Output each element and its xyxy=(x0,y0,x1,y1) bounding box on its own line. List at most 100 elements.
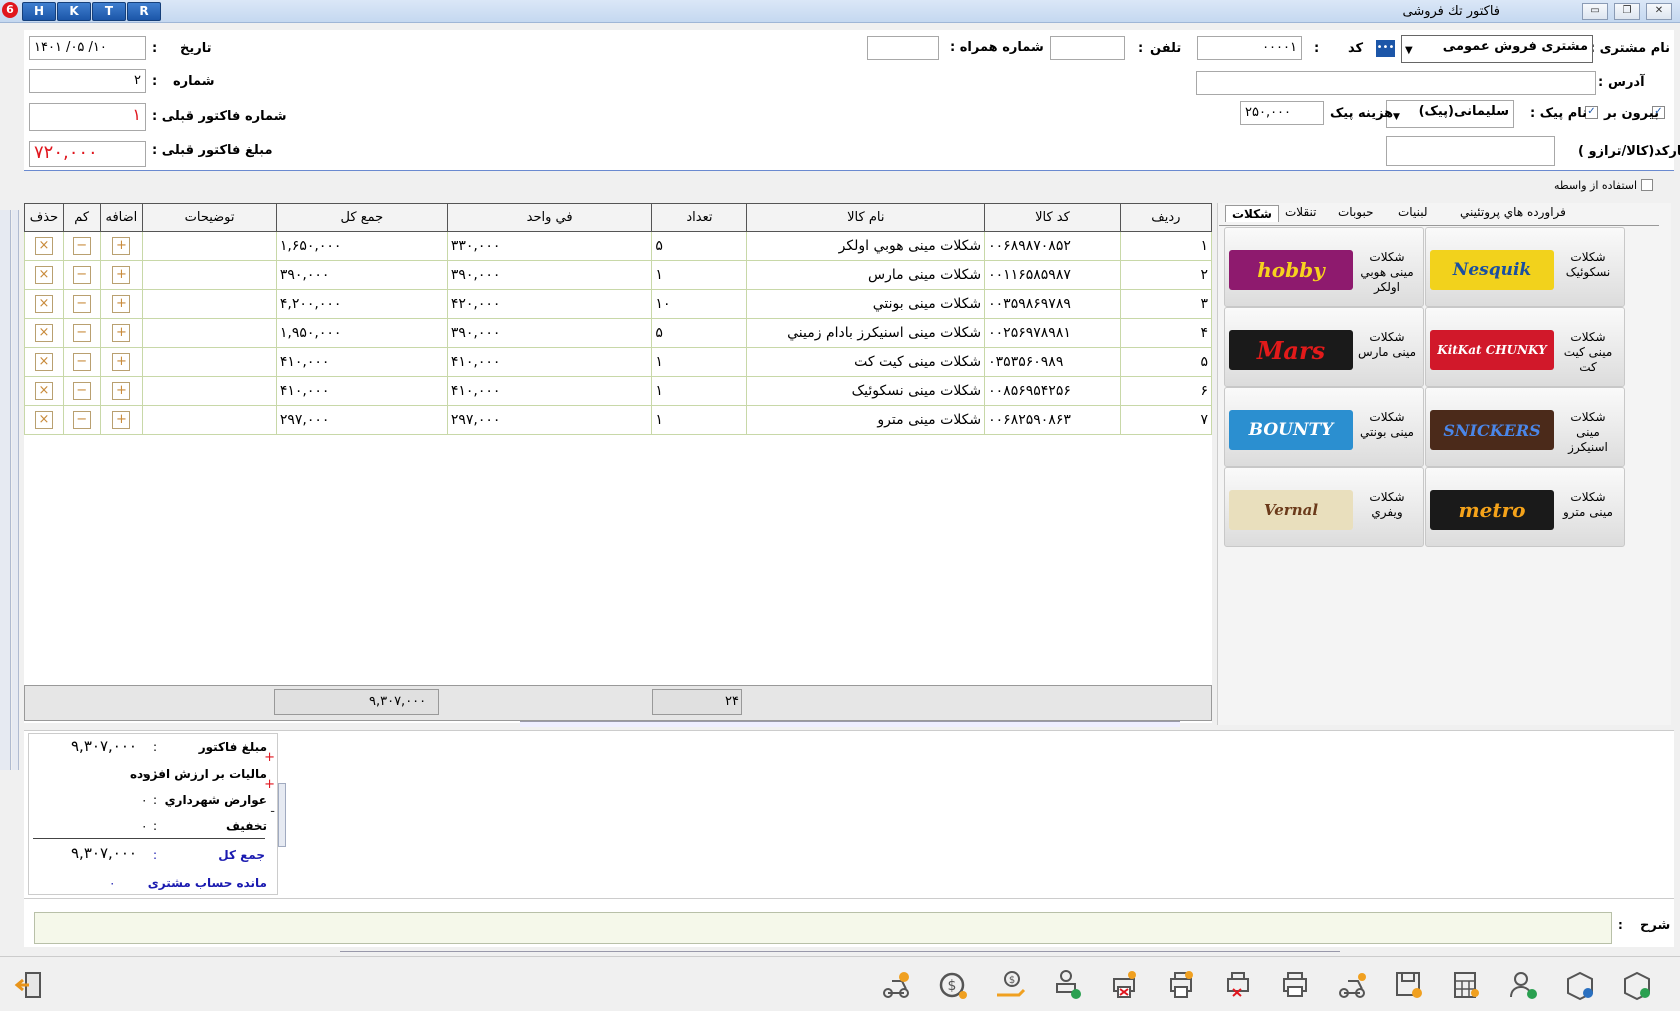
col-unit-price[interactable]: في واحد xyxy=(446,203,653,232)
tab-legumes[interactable]: حبوبات xyxy=(1338,205,1374,219)
barcode-field[interactable] xyxy=(1386,136,1555,166)
table-row[interactable]: ۴ ۰۰۲۵۶۹۷۸۹۸۱ شكلات مینی اسنيكرز بادام ز… xyxy=(24,318,1213,348)
mobile-field[interactable] xyxy=(867,36,939,60)
payment-icon[interactable]: $ xyxy=(987,962,1033,1008)
minus-icon[interactable]: − xyxy=(72,295,91,313)
product-tile[interactable]: شكلات مینی مارس Mars xyxy=(1224,307,1424,387)
tab-snacks[interactable]: تنقلات xyxy=(1285,205,1317,219)
col-row[interactable]: ردیف xyxy=(1119,203,1213,232)
number-field[interactable]: ۲ xyxy=(29,69,146,93)
t-button[interactable]: T xyxy=(92,2,126,21)
minus-icon[interactable]: − xyxy=(72,382,91,400)
table-row[interactable]: ۵ ۰۳۵۳۵۶۰۹۸۹ شكلات مینی كيت كت ۱ ۴۱۰,۰۰۰… xyxy=(24,347,1213,377)
item-qty[interactable]: ۵ xyxy=(651,231,748,261)
grid-splitter[interactable] xyxy=(520,721,1180,727)
print-icon[interactable] xyxy=(1158,962,1204,1008)
minus-icon[interactable]: − xyxy=(72,266,91,284)
delete-icon[interactable]: × xyxy=(34,237,53,255)
customer-lookup-button[interactable]: ••• xyxy=(1376,40,1395,57)
left-splitter[interactable] xyxy=(0,210,11,770)
col-code[interactable]: کد کالا xyxy=(984,203,1121,232)
customer-name-select[interactable]: مشتری فروش عمومی ▼ xyxy=(1401,35,1593,63)
h-button[interactable]: H xyxy=(22,2,56,21)
calculator-icon[interactable] xyxy=(1443,962,1489,1008)
tab-chocolate[interactable]: شكلات xyxy=(1225,205,1279,222)
table-row[interactable]: ۲ ۰۰۱۱۶۵۸۵۹۸۷ شكلات مینی مارس ۱ ۳۹۰,۰۰۰ … xyxy=(24,260,1213,290)
table-row[interactable]: ۶ ۰۰۸۵۶۹۵۴۲۵۶ شكلات مینی نسكوئيک ۱ ۴۱۰,۰… xyxy=(24,376,1213,406)
add-customer-icon[interactable] xyxy=(1500,962,1546,1008)
product-tile[interactable]: شكلات مینی مترو metro xyxy=(1425,467,1625,547)
date-field[interactable]: ۱۴۰۱ /۰۵ /۱۰ xyxy=(29,36,146,60)
print-cancel-icon[interactable] xyxy=(1101,962,1147,1008)
intermediary-checkbox[interactable] xyxy=(1641,179,1653,191)
plus-icon[interactable]: + xyxy=(112,353,131,371)
item-notes[interactable] xyxy=(142,318,277,348)
description-field[interactable] xyxy=(34,912,1612,944)
delete-icon[interactable]: × xyxy=(34,411,53,429)
r-button[interactable]: R xyxy=(127,2,161,21)
money-icon[interactable]: $ xyxy=(930,962,976,1008)
product-tile[interactable]: شكلات ویفري Vernal xyxy=(1224,467,1424,547)
table-row[interactable]: ۳ ۰۰۳۵۹۸۶۹۷۸۹ شكلات مینی بونتي ۱۰ ۴۲۰,۰۰… xyxy=(24,289,1213,319)
plus-icon[interactable]: + xyxy=(112,411,131,429)
delete-icon[interactable]: × xyxy=(34,295,53,313)
delete-icon[interactable]: × xyxy=(34,324,53,342)
phone-field[interactable] xyxy=(1050,36,1125,60)
product-tile[interactable]: شكلات نسكوئیک Nesquik xyxy=(1425,227,1625,307)
minus-icon[interactable]: − xyxy=(72,324,91,342)
item-qty[interactable]: ۱ xyxy=(651,347,748,377)
restore-icon[interactable]: ❐ xyxy=(1614,3,1640,20)
save-view-icon[interactable] xyxy=(1386,962,1432,1008)
left-splitter-inner[interactable] xyxy=(12,210,19,770)
plus-icon[interactable]: + xyxy=(112,295,131,313)
col-qty[interactable]: تعداد xyxy=(651,203,748,232)
item-notes[interactable] xyxy=(142,376,277,406)
close-icon[interactable]: ✕ xyxy=(1646,3,1672,20)
k-button[interactable]: K xyxy=(57,2,91,21)
col-decrease[interactable]: کم xyxy=(62,203,101,232)
item-notes[interactable] xyxy=(142,231,277,261)
item-qty[interactable]: ۱ xyxy=(651,376,748,406)
delivery-icon[interactable] xyxy=(1329,962,1375,1008)
printer-icon[interactable] xyxy=(1272,962,1318,1008)
plus-icon[interactable]: + xyxy=(112,266,131,284)
product-edit-icon[interactable] xyxy=(1557,962,1603,1008)
col-add[interactable]: اضافه xyxy=(99,203,144,232)
tab-protein[interactable]: فراورده هاي پروتئيني xyxy=(1460,205,1566,219)
item-notes[interactable] xyxy=(142,405,277,435)
item-qty[interactable]: ۱ xyxy=(651,260,748,290)
product-tile[interactable]: شكلات مینی بونتي BOUNTY xyxy=(1224,387,1424,467)
item-qty[interactable]: ۱ xyxy=(651,405,748,435)
plus-icon[interactable]: + xyxy=(112,324,131,342)
col-notes[interactable]: توضيحات xyxy=(142,203,277,232)
delete-icon[interactable]: × xyxy=(34,353,53,371)
minus-icon[interactable]: − xyxy=(72,237,91,255)
item-notes[interactable] xyxy=(142,347,277,377)
summary-splitter[interactable] xyxy=(278,783,286,847)
tab-dairy[interactable]: لبنيات xyxy=(1398,205,1427,219)
plus-icon[interactable]: + xyxy=(112,382,131,400)
delete-icon[interactable]: × xyxy=(34,266,53,284)
item-notes[interactable] xyxy=(142,260,277,290)
delivery-cost-icon[interactable] xyxy=(873,962,919,1008)
address-field[interactable] xyxy=(1196,71,1596,95)
item-notes[interactable] xyxy=(142,289,277,319)
item-qty[interactable]: ۱۰ xyxy=(651,289,748,319)
add-product-icon[interactable] xyxy=(1614,962,1660,1008)
minus-icon[interactable]: − xyxy=(72,353,91,371)
delete-icon[interactable]: × xyxy=(34,382,53,400)
minimize-icon[interactable]: ▭ xyxy=(1582,3,1608,20)
print-delete-icon[interactable] xyxy=(1215,962,1261,1008)
courier-cost-field[interactable]: ۲۵۰,۰۰۰ xyxy=(1240,101,1324,125)
courier-select[interactable]: سلیمانی(پیک) ▼ xyxy=(1386,100,1514,128)
item-qty[interactable]: ۵ xyxy=(651,318,748,348)
plus-icon[interactable]: + xyxy=(112,237,131,255)
product-tile[interactable]: شكلات مینی اسنيكرز SNICKERS xyxy=(1425,387,1625,467)
table-row[interactable]: ۷ ۰۰۶۸۲۵۹۰۸۶۳ شكلات مینی مترو ۱ ۲۹۷,۰۰۰ … xyxy=(24,405,1213,435)
exit-icon[interactable] xyxy=(6,962,52,1008)
code-field[interactable]: ۰۰۰۰۱ xyxy=(1197,36,1302,60)
product-tile[interactable]: شكلات مینی كيت كت KitKat CHUNKY xyxy=(1425,307,1625,387)
col-total[interactable]: جمع کل xyxy=(275,203,448,232)
table-row[interactable]: ۱ ۰۰۶۸۹۸۷۰۸۵۲ شكلات مینی هوبي اولکر ۵ ۳۳… xyxy=(24,231,1213,261)
stamp-confirm-icon[interactable] xyxy=(1044,962,1090,1008)
